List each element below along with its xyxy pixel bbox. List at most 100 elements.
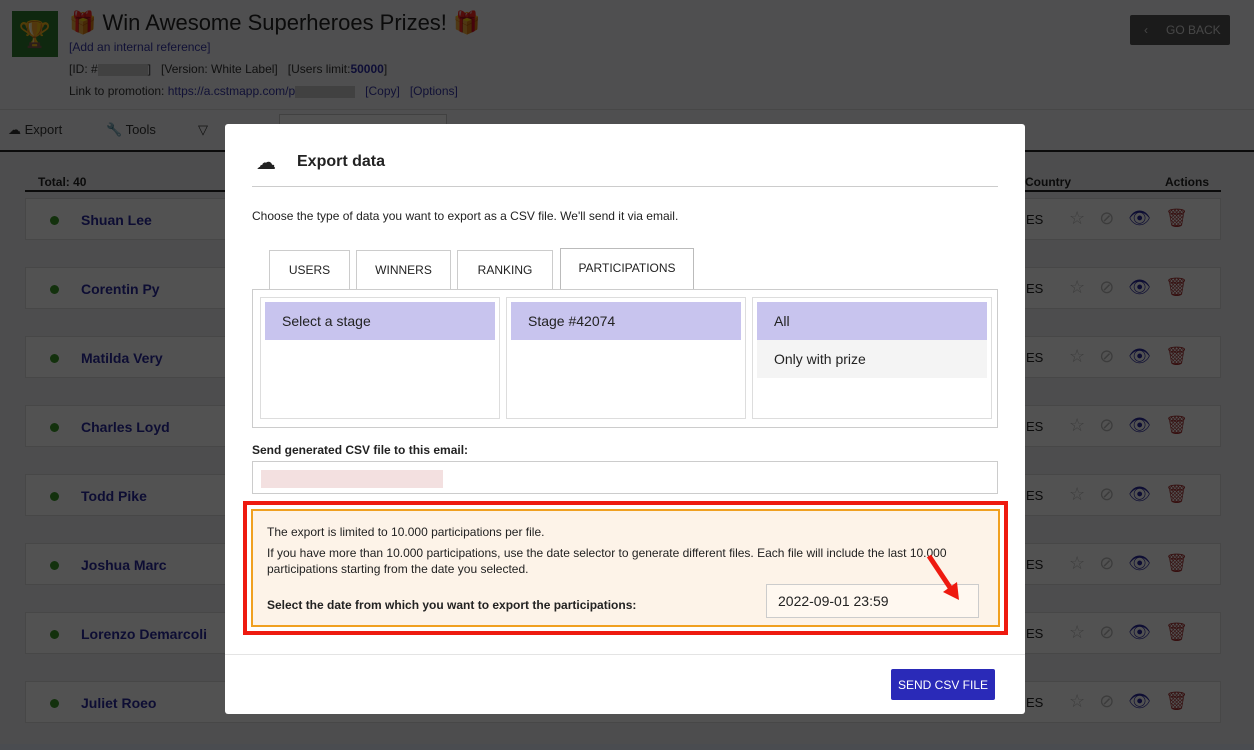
trash-icon[interactable]: 🗑 [1165, 622, 1202, 642]
participant-country: ES [1026, 695, 1044, 710]
ban-icon[interactable]: ⊘ [1099, 208, 1128, 228]
option-only-with-prize[interactable]: Only with prize [757, 340, 987, 378]
export-limit-notice: The export is limited to 10.000 particip… [251, 509, 1000, 627]
tools-button[interactable]: 🔧 Tools [106, 122, 156, 138]
go-back-label: GO BACK [1166, 23, 1221, 37]
trash-icon[interactable]: 🗑 [1165, 553, 1202, 573]
add-internal-reference-link[interactable]: [Add an internal reference] [69, 40, 210, 54]
promotion-header: 🏆 🎁 Win Awesome Superheroes Prizes! 🎁 [A… [0, 0, 1254, 110]
option-select-stage[interactable]: Select a stage [265, 302, 495, 340]
status-dot [50, 423, 59, 432]
option-all[interactable]: All [757, 302, 987, 340]
eye-icon[interactable]: 👁 [1128, 415, 1165, 435]
tab-winners[interactable]: WINNERS [356, 250, 451, 289]
ban-icon[interactable]: ⊘ [1099, 553, 1128, 573]
go-back-button[interactable]: ‹ GO BACK [1130, 15, 1230, 45]
filter-list: All Only with prize [752, 297, 992, 419]
redacted-id [97, 63, 148, 76]
participant-name[interactable]: Lorenzo Demarcoli [81, 626, 207, 642]
trophy-icon: 🏆 [12, 11, 58, 57]
status-dot [50, 561, 59, 570]
send-csv-file-button[interactable]: SEND CSV FILE [891, 669, 995, 700]
cloud-download-icon: ☁ [256, 152, 276, 174]
export-button[interactable]: ☁ Export [8, 122, 62, 138]
participant-name[interactable]: Shuan Lee [81, 212, 152, 228]
trash-icon[interactable]: 🗑 [1165, 208, 1202, 228]
participant-name[interactable]: Juliet Roeo [81, 695, 156, 711]
status-dot [50, 285, 59, 294]
star-icon[interactable]: ☆ [1069, 553, 1099, 573]
red-arrow-annotation [926, 554, 959, 600]
promotion-meta: [ID: #] [Version: White Label] [Users li… [69, 62, 388, 76]
trash-icon[interactable]: 🗑 [1165, 415, 1202, 435]
eye-icon[interactable]: 👁 [1128, 277, 1165, 297]
participant-country: ES [1026, 557, 1044, 572]
ban-icon[interactable]: ⊘ [1099, 415, 1128, 435]
modal-header: ☁ Export data [252, 146, 998, 187]
ban-icon[interactable]: ⊘ [1099, 484, 1128, 504]
redacted-link [295, 85, 356, 98]
modal-title: Export data [297, 153, 386, 170]
trash-icon[interactable]: 🗑 [1165, 277, 1202, 297]
tab-participations[interactable]: PARTICIPATIONS [560, 248, 694, 290]
participant-name[interactable]: Corentin Py [81, 281, 160, 297]
id-label: [ID: # [69, 62, 98, 76]
filter-icon[interactable]: ▽ [198, 122, 208, 138]
page-title: 🎁 Win Awesome Superheroes Prizes! 🎁 [69, 10, 481, 35]
promotion-link[interactable]: https://a.cstmapp.com/p [168, 84, 295, 98]
total-count: Total: 40 [38, 175, 87, 189]
eye-icon[interactable]: 👁 [1128, 346, 1165, 366]
participant-country: ES [1026, 281, 1044, 296]
participant-country: ES [1026, 626, 1044, 641]
option-stage[interactable]: Stage #42074 [511, 302, 741, 340]
options-link[interactable]: [Options] [410, 84, 458, 98]
star-icon[interactable]: ☆ [1069, 277, 1099, 297]
star-icon[interactable]: ☆ [1069, 484, 1099, 504]
eye-icon[interactable]: 👁 [1128, 208, 1165, 228]
copy-link[interactable]: [Copy] [365, 84, 400, 98]
status-dot [50, 699, 59, 708]
date-label: Select the date from which you want to e… [267, 598, 637, 612]
eye-icon[interactable]: 👁 [1128, 553, 1165, 573]
modal-footer-divider [225, 654, 1025, 655]
star-icon[interactable]: ☆ [1069, 691, 1099, 711]
status-dot [50, 216, 59, 225]
trash-icon[interactable]: 🗑 [1165, 691, 1202, 711]
eye-icon[interactable]: 👁 [1128, 622, 1165, 642]
ban-icon[interactable]: ⊘ [1099, 691, 1128, 711]
star-icon[interactable]: ☆ [1069, 622, 1099, 642]
participant-country: ES [1026, 212, 1044, 227]
ban-icon[interactable]: ⊘ [1099, 346, 1128, 366]
status-dot [50, 492, 59, 501]
ban-icon[interactable]: ⊘ [1099, 277, 1128, 297]
stage-select-list: Select a stage [260, 297, 500, 419]
trash-icon[interactable]: 🗑 [1165, 484, 1202, 504]
participant-country: ES [1026, 350, 1044, 365]
ban-icon[interactable]: ⊘ [1099, 622, 1128, 642]
star-icon[interactable]: ☆ [1069, 208, 1099, 228]
participant-name[interactable]: Charles Loyd [81, 419, 170, 435]
tools-label: Tools [125, 122, 156, 137]
tab-ranking[interactable]: RANKING [457, 250, 553, 289]
users-limit-label: [Users limit: [287, 62, 351, 76]
star-icon[interactable]: ☆ [1069, 346, 1099, 366]
status-dot [50, 630, 59, 639]
modal-description: Choose the type of data you want to expo… [252, 209, 679, 223]
stage-list: Stage #42074 [506, 297, 746, 419]
eye-icon[interactable]: 👁 [1128, 484, 1165, 504]
trash-icon[interactable]: 🗑 [1165, 346, 1202, 366]
limit-text: The export is limited to 10.000 particip… [267, 525, 545, 539]
participant-country: ES [1026, 488, 1044, 503]
country-header: Country [1025, 175, 1071, 189]
export-data-modal: ☁ Export data Choose the type of data you… [225, 124, 1025, 714]
promotion-link-row: Link to promotion: https://a.cstmapp.com… [69, 84, 458, 98]
email-input[interactable] [252, 461, 998, 494]
tab-users[interactable]: USERS [269, 250, 350, 289]
participant-name[interactable]: Todd Pike [81, 488, 147, 504]
users-limit: 50000 [350, 62, 384, 76]
participant-name[interactable]: Joshua Marc [81, 557, 167, 573]
participant-name[interactable]: Matilda Very [81, 350, 163, 366]
eye-icon[interactable]: 👁 [1128, 691, 1165, 711]
star-icon[interactable]: ☆ [1069, 415, 1099, 435]
participations-options: Select a stage Stage #42074 All Only with… [252, 289, 998, 428]
